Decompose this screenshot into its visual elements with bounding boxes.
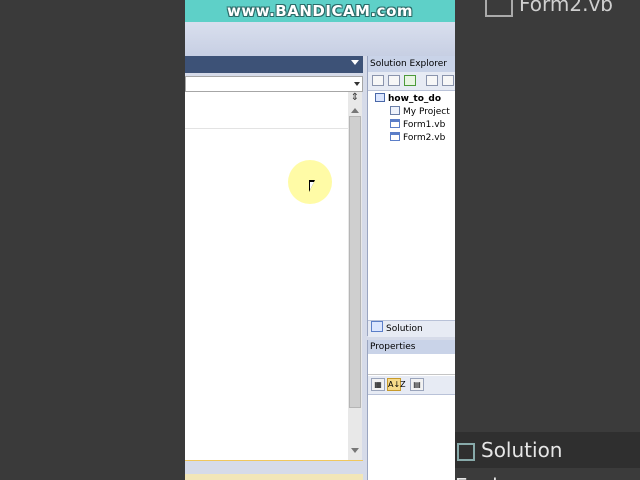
- chevron-down-icon[interactable]: [354, 82, 360, 86]
- ide-window: www.BANDICAM.com ⇕ Solution Explorer how…: [185, 0, 455, 480]
- tree-item-label: Form1.vb: [403, 120, 446, 130]
- method-name-combo[interactable]: [185, 76, 363, 92]
- property-pages-icon[interactable]: ▤: [410, 378, 424, 391]
- code-editor[interactable]: [185, 92, 348, 460]
- editor-status-strip: [185, 474, 363, 480]
- tree-item-my-project[interactable]: My Project: [390, 106, 450, 117]
- tree-item-label: how_to_do: [388, 94, 442, 104]
- editor-tab-bar: [185, 56, 363, 73]
- properties-object-combo[interactable]: [368, 356, 455, 375]
- editor-separator-line: [185, 128, 348, 129]
- letterbox-left: [0, 0, 185, 480]
- tree-item-form1[interactable]: Form1.vb: [390, 119, 445, 130]
- tree-item-project[interactable]: how_to_do: [375, 93, 441, 104]
- tab-solution-explorer[interactable]: Solution Explorer: [368, 320, 455, 350]
- solution-explorer-toolbar: [368, 72, 455, 91]
- toolbar-area: [185, 22, 455, 56]
- background-tab-form2: Form2.vb: [485, 0, 613, 17]
- view-designer-icon[interactable]: [442, 75, 454, 86]
- properties-panel: Properties ▦ A↓Z ▤: [367, 340, 455, 480]
- solution-explorer-icon: [371, 321, 383, 332]
- editor-vertical-scrollbar[interactable]: ⇕: [348, 92, 362, 460]
- properties-toolbar: ▦ A↓Z ▤: [368, 376, 455, 395]
- view-code-icon[interactable]: [426, 75, 438, 86]
- scroll-thumb[interactable]: [349, 116, 361, 408]
- properties-title: Properties: [368, 340, 455, 354]
- watermark-banner: www.BANDICAM.com: [185, 0, 455, 22]
- form-file-icon: [485, 0, 513, 17]
- vb-project-icon: [375, 93, 385, 102]
- split-handle-icon[interactable]: ⇕: [350, 93, 360, 103]
- letterbox-right: Form2.vb Solution Explorer: [455, 0, 640, 480]
- tree-item-label: My Project: [403, 107, 450, 117]
- refresh-icon[interactable]: [404, 75, 416, 86]
- form-file-icon: [390, 119, 400, 128]
- watermark-text: www.BANDICAM.com: [227, 2, 414, 20]
- solution-explorer-panel: Solution Explorer how_to_do My Project F…: [367, 56, 455, 350]
- tab-dropdown-icon[interactable]: [351, 60, 359, 65]
- my-project-icon: [390, 106, 400, 115]
- solution-explorer-title: Solution Explorer: [368, 56, 455, 72]
- tree-item-label: Form2.vb: [403, 133, 446, 143]
- form-file-icon: [390, 132, 400, 141]
- properties-tool-icon[interactable]: [372, 75, 384, 86]
- scroll-down-icon[interactable]: [351, 448, 359, 453]
- categorized-icon[interactable]: ▦: [371, 378, 385, 391]
- alphabetical-sort-button[interactable]: A↓Z: [387, 378, 406, 391]
- tree-item-form2[interactable]: Form2.vb: [390, 132, 445, 143]
- background-tab-label: Form2.vb: [519, 0, 613, 16]
- solution-explorer-icon: [457, 442, 475, 461]
- scroll-up-icon[interactable]: [351, 108, 359, 113]
- editor-bottom-bar: [185, 460, 363, 475]
- background-solution-explorer-tab: Solution Explorer: [455, 432, 640, 480]
- show-all-files-icon[interactable]: [388, 75, 400, 86]
- mouse-pointer-fill: [310, 182, 314, 190]
